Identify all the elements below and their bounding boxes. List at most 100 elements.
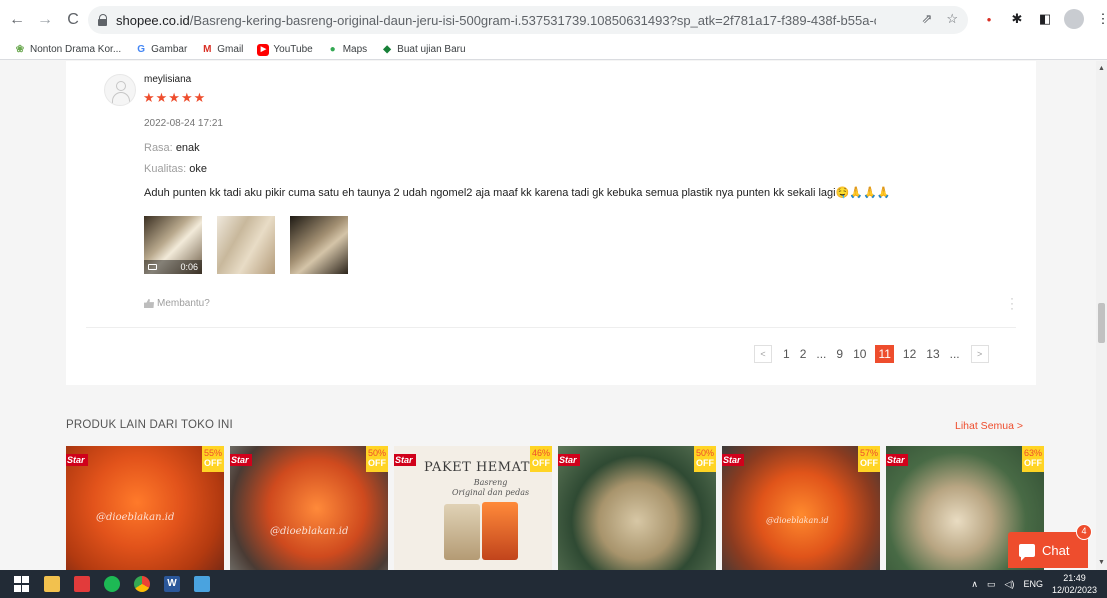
page-scrollbar[interactable]: ▲ ▼	[1096, 61, 1107, 570]
review-photo-thumb[interactable]	[217, 216, 275, 274]
discount-badge: 46% OFF	[530, 446, 552, 472]
product-card[interactable]: Star 57% OFF @dioeblakan.id	[722, 446, 880, 570]
bookmark-quiz[interactable]: ◆ Buat ujian Baru	[381, 44, 465, 56]
discount-badge: 63% OFF	[1022, 446, 1044, 472]
helpful-button[interactable]: Membantu?	[144, 298, 210, 309]
scroll-up-arrow-icon[interactable]: ▲	[1098, 65, 1105, 72]
pagination: < 1 2 ... 9 10 11 12 13 ... >	[754, 345, 989, 363]
prev-page-button[interactable]: <	[754, 345, 772, 363]
page-ellipsis: ...	[949, 347, 960, 361]
menu-dots-icon[interactable]: ⋮	[1094, 10, 1107, 28]
page-content: meylisiana ★★★★★ 2022-08-24 17:21 Rasa: …	[0, 61, 1096, 570]
page-button[interactable]: 12	[898, 345, 921, 363]
discount-badge: 50% OFF	[366, 446, 388, 472]
page-button[interactable]: 10	[848, 345, 871, 363]
review-date: 2022-08-24 17:21	[144, 118, 223, 129]
profile-avatar[interactable]	[1064, 9, 1084, 29]
page-button[interactable]: 1	[778, 345, 795, 363]
forward-arrow-icon[interactable]: →	[34, 9, 56, 31]
lock-icon	[98, 14, 108, 26]
app-red-icon[interactable]	[74, 576, 90, 592]
product-image-title: PAKET HEMAT	[424, 460, 530, 475]
file-explorer-icon[interactable]	[44, 576, 60, 592]
review-media: 0:06	[144, 216, 348, 274]
divider	[86, 327, 1016, 328]
page-button[interactable]: 9	[831, 345, 848, 363]
bookmark-youtube[interactable]: ▶ YouTube	[257, 43, 313, 56]
url-text: shopee.co.id/Basreng-kering-basreng-orig…	[116, 12, 876, 28]
clock[interactable]: 21:49 12/02/2023	[1052, 572, 1097, 596]
star-badge: Star	[886, 454, 908, 466]
video-camera-icon	[148, 264, 157, 270]
page-ellipsis: ...	[816, 347, 827, 361]
discount-badge: 50% OFF	[694, 446, 716, 472]
volume-icon[interactable]: ◁)	[1005, 579, 1015, 590]
more-options-icon[interactable]: · · ·	[1010, 292, 1014, 314]
address-bar[interactable]: shopee.co.id/Basreng-kering-basreng-orig…	[88, 6, 968, 34]
page-button[interactable]: 2	[795, 345, 812, 363]
page-button[interactable]: 13	[921, 345, 944, 363]
reload-icon[interactable]: C	[62, 9, 84, 31]
chat-bubble-icon	[1019, 543, 1035, 561]
chrome-icon[interactable]	[134, 576, 150, 592]
windows-start-icon[interactable]	[14, 576, 30, 592]
related-products-list: Star 55% OFF @dioeblakan.id Star 50% OFF @…	[66, 446, 1044, 570]
star-badge: Star	[230, 454, 252, 466]
language-indicator[interactable]: ENG	[1023, 579, 1043, 589]
spotify-icon[interactable]	[104, 576, 120, 592]
word-icon[interactable]: W	[164, 576, 180, 592]
photos-icon[interactable]	[194, 576, 210, 592]
bookmark-drama[interactable]: ❀ Nonton Drama Kor...	[14, 44, 121, 56]
taskbar: W ∧ ▭ ◁) ENG 21:49 12/02/2023	[0, 570, 1107, 598]
discount-badge: 57% OFF	[858, 446, 880, 472]
gmail-icon: M	[203, 43, 212, 55]
quiz-icon: ◆	[383, 43, 391, 55]
product-card[interactable]: Star 55% OFF @dioeblakan.id	[66, 446, 224, 570]
battery-icon[interactable]: ▭	[987, 579, 996, 590]
chat-button[interactable]: Chat	[1008, 532, 1088, 568]
scrollbar-thumb[interactable]	[1098, 303, 1105, 343]
browser-toolbar: ← → C shopee.co.id/Basreng-kering-basren…	[0, 0, 1107, 40]
bookmark-star-icon[interactable]: ☆	[946, 11, 958, 27]
product-card[interactable]: Star 46% OFF PAKET HEMAT Basreng Original…	[394, 446, 552, 570]
product-bag-image	[444, 504, 480, 560]
scroll-down-arrow-icon[interactable]: ▼	[1098, 559, 1105, 566]
reviewer-avatar[interactable]	[104, 74, 136, 106]
bookmarks-bar: ❀ Nonton Drama Kor... G Gambar M Gmail ▶ You…	[0, 40, 1107, 60]
bookmark-maps[interactable]: ● Maps	[327, 44, 367, 56]
product-card[interactable]: Star 50% OFF @dioeblakan.id	[230, 446, 388, 570]
see-all-link[interactable]: Lihat Semua >	[955, 420, 1023, 432]
system-tray: ∧ ▭ ◁) ENG 21:49 12/02/2023	[971, 570, 1097, 598]
star-badge: Star	[66, 454, 88, 466]
bookmark-gambar[interactable]: G Gambar	[135, 44, 187, 56]
reviewer-name: meylisiana	[144, 74, 192, 85]
google-icon: G	[137, 43, 146, 55]
related-products-title: PRODUK LAIN DARI TOKO INI	[66, 419, 233, 431]
discount-badge: 55% OFF	[202, 446, 224, 472]
back-arrow-icon[interactable]: ←	[6, 9, 28, 31]
record-extension-icon[interactable]: •	[980, 10, 998, 28]
thumbs-up-icon	[144, 299, 154, 308]
extensions-puzzle-icon[interactable]: ✱	[1008, 10, 1026, 28]
side-panel-icon[interactable]: ◧	[1036, 10, 1054, 28]
next-page-button[interactable]: >	[970, 345, 989, 363]
chat-unread-badge: 4	[1076, 524, 1092, 540]
review-rasa: Rasa: enak	[144, 142, 200, 154]
product-card[interactable]: Star 50% OFF	[558, 446, 716, 570]
page-button-active[interactable]: 11	[875, 345, 894, 363]
review-kualitas: Kualitas: oke	[144, 163, 208, 175]
star-badge: Star	[394, 454, 416, 466]
star-badge: Star	[722, 454, 744, 466]
tray-chevron-icon[interactable]: ∧	[971, 579, 978, 590]
review-card: meylisiana ★★★★★ 2022-08-24 17:21 Rasa: …	[66, 61, 1036, 385]
image-watermark: @dioeblakan.id	[766, 516, 829, 525]
bookmark-gmail[interactable]: M Gmail	[201, 44, 243, 56]
review-text: Aduh punten kk tadi aku pikir cuma satu …	[144, 187, 891, 199]
review-video-thumb[interactable]: 0:06	[144, 216, 202, 274]
share-icon[interactable]: ⇗	[921, 11, 932, 27]
youtube-icon: ▶	[257, 43, 270, 56]
rating-stars: ★★★★★	[143, 90, 207, 105]
drama-icon: ❀	[15, 43, 25, 55]
review-photo-thumb[interactable]	[290, 216, 348, 274]
star-badge: Star	[558, 454, 580, 466]
